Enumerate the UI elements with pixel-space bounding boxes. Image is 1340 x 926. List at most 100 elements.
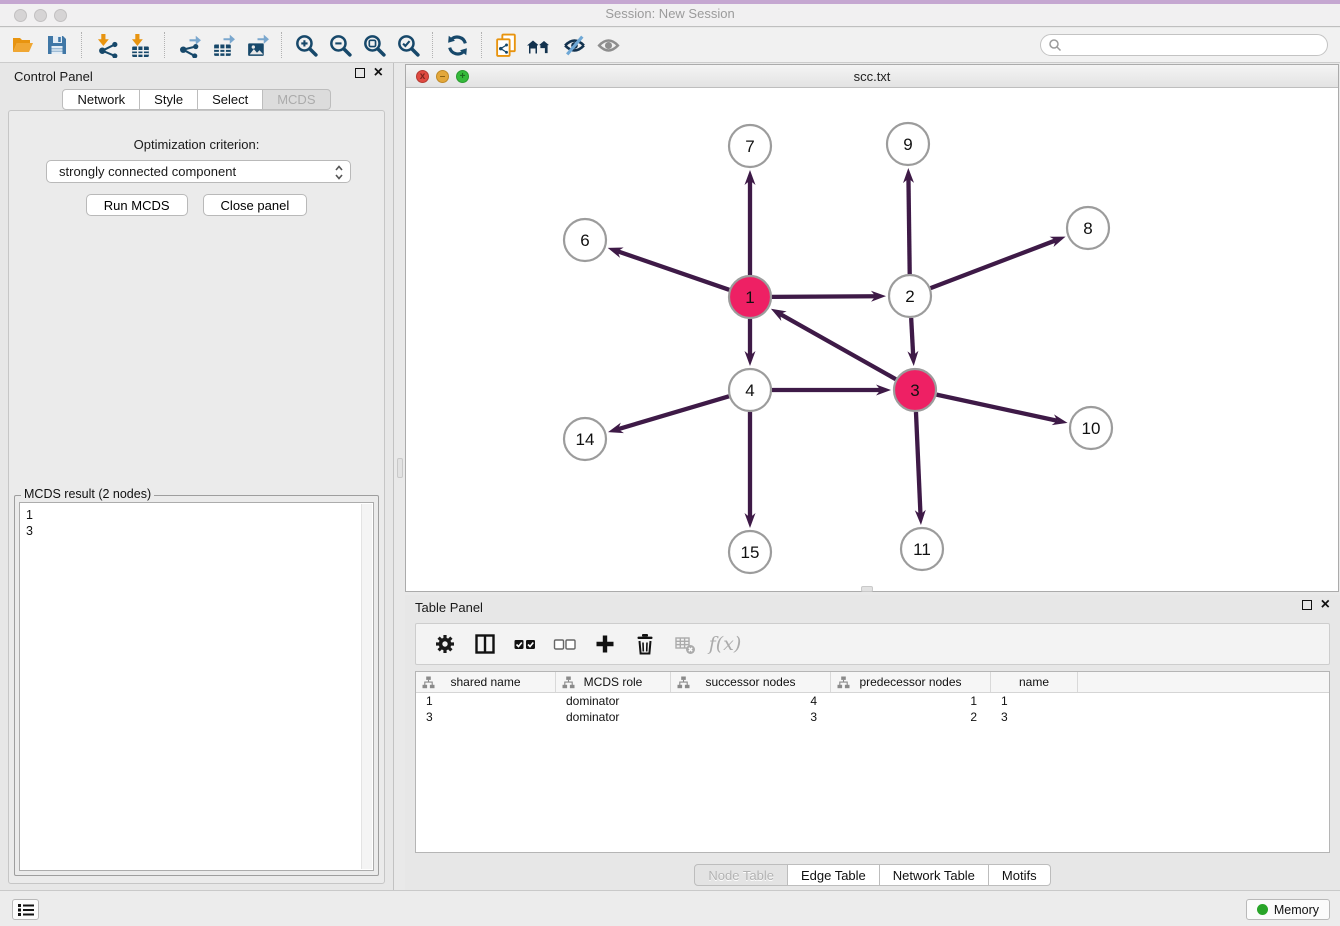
column-header-MCDS-role[interactable]: MCDS role — [556, 672, 671, 692]
create-column-plus-icon[interactable] — [592, 631, 618, 657]
zoom-selected-icon[interactable] — [391, 30, 425, 60]
mcds-result-area[interactable]: 1 3 — [19, 502, 374, 871]
search-field[interactable] — [1040, 34, 1328, 56]
apply-layout-icon[interactable] — [440, 30, 474, 60]
control-panel-title: Control Panel — [14, 69, 93, 84]
select-all-rows-icon[interactable] — [512, 631, 538, 657]
criterion-value: strongly connected component — [59, 164, 236, 179]
close-panel-icon[interactable]: × — [374, 68, 383, 78]
tab-edge-table[interactable]: Edge Table — [788, 864, 880, 886]
close-panel-button[interactable]: Close panel — [203, 194, 308, 216]
show-column-panel-icon[interactable] — [472, 631, 498, 657]
tab-network-table[interactable]: Network Table — [880, 864, 989, 886]
graph-edge-2-3[interactable] — [911, 318, 913, 356]
graph-node-label: 8 — [1083, 219, 1092, 238]
column-header-name[interactable]: name — [991, 672, 1078, 692]
save-session-icon[interactable] — [40, 30, 74, 60]
open-session-icon[interactable] — [6, 30, 40, 60]
window-accent-strip — [0, 0, 1340, 4]
graph-edge-1-6[interactable] — [618, 251, 730, 290]
table-panel-tabs: Node TableEdge TableNetwork TableMotifs — [405, 864, 1340, 886]
delete-table-icon[interactable] — [672, 631, 698, 657]
float-panel-icon[interactable] — [355, 68, 365, 78]
zoom-out-icon[interactable] — [323, 30, 357, 60]
close-table-panel-icon[interactable]: × — [1321, 600, 1330, 610]
table-panel-title: Table Panel — [415, 600, 483, 615]
column-header-successor-nodes[interactable]: successor nodes — [671, 672, 831, 692]
cell-predecessor-nodes[interactable]: 2 — [831, 709, 991, 725]
criterion-select[interactable]: strongly connected component — [46, 160, 351, 183]
horizontal-splitter-handle[interactable] — [861, 586, 873, 592]
new-session-from-network-icon[interactable] — [489, 30, 523, 60]
mcds-panel: Optimization criterion: strongly connect… — [8, 110, 385, 884]
table-settings-gear-icon[interactable] — [432, 631, 458, 657]
float-table-panel-icon[interactable] — [1302, 600, 1312, 610]
export-image-icon[interactable] — [240, 30, 274, 60]
import-network-icon[interactable] — [89, 30, 123, 60]
run-mcds-button[interactable]: Run MCDS — [86, 194, 188, 216]
node-table-body: 1dominator4113dominator323 — [416, 693, 1329, 725]
graph-edge-3-11[interactable] — [916, 412, 921, 515]
network-canvas[interactable]: 7968124314101511 — [406, 89, 1338, 592]
tab-motifs[interactable]: Motifs — [989, 864, 1051, 886]
memory-button[interactable]: Memory — [1246, 899, 1330, 920]
graph-edge-2-9[interactable] — [908, 178, 909, 274]
table-toolbar: f(x) — [415, 623, 1330, 665]
cell-successor-nodes[interactable]: 3 — [671, 709, 831, 725]
cell-MCDS-role[interactable]: dominator — [556, 693, 671, 709]
show-panels-menu-button[interactable] — [12, 899, 39, 920]
cell-successor-nodes[interactable]: 4 — [671, 693, 831, 709]
first-neighbors-icon[interactable] — [523, 30, 557, 60]
window-title: Session: New Session — [0, 6, 1340, 21]
vertical-splitter-handle[interactable] — [397, 458, 403, 478]
toolbar-separator — [481, 32, 482, 58]
tab-node-table[interactable]: Node Table — [694, 864, 788, 886]
column-header-shared-name[interactable]: shared name — [416, 672, 556, 692]
hide-selected-icon[interactable] — [557, 30, 591, 60]
zoom-fit-icon[interactable] — [357, 30, 391, 60]
cell-name[interactable]: 3 — [991, 709, 1078, 725]
table-row[interactable]: 3dominator323 — [416, 709, 1329, 725]
graph-edge-2-8[interactable] — [931, 240, 1056, 288]
memory-label: Memory — [1274, 903, 1319, 917]
table-panel: Table Panel × — [405, 595, 1340, 890]
search-input[interactable] — [1067, 36, 1327, 54]
main-toolbar — [0, 28, 1340, 63]
cell-MCDS-role[interactable]: dominator — [556, 709, 671, 725]
tab-network[interactable]: Network — [62, 89, 140, 110]
list-icon — [17, 902, 35, 918]
result-scrollbar[interactable] — [361, 504, 372, 869]
cell-name[interactable]: 1 — [991, 693, 1078, 709]
cell-shared-name[interactable]: 3 — [416, 709, 556, 725]
graph-edge-3-10[interactable] — [937, 395, 1058, 421]
export-table-icon[interactable] — [206, 30, 240, 60]
graph-node-label: 9 — [903, 135, 912, 154]
graph-edge-3-1[interactable] — [780, 314, 896, 379]
import-table-icon[interactable] — [123, 30, 157, 60]
column-header-predecessor-nodes[interactable]: predecessor nodes — [831, 672, 991, 692]
graph-edge-1-2[interactable] — [772, 296, 876, 297]
deselect-all-rows-icon[interactable] — [552, 631, 578, 657]
zoom-in-icon[interactable] — [289, 30, 323, 60]
delete-column-trash-icon[interactable] — [632, 631, 658, 657]
control-panel: Control Panel × NetworkStyleSelectMCDS O… — [0, 63, 394, 890]
graph-node-label: 6 — [580, 231, 589, 250]
graph-node-label: 1 — [745, 288, 754, 307]
graph-node-label: 14 — [576, 430, 595, 449]
window-titlebar: Session: New Session — [0, 0, 1340, 27]
toolbar-separator — [432, 32, 433, 58]
tab-mcds[interactable]: MCDS — [263, 89, 330, 110]
cell-shared-name[interactable]: 1 — [416, 693, 556, 709]
export-network-icon[interactable] — [172, 30, 206, 60]
tab-style[interactable]: Style — [140, 89, 198, 110]
tab-select[interactable]: Select — [198, 89, 263, 110]
graph-node-label: 15 — [741, 543, 760, 562]
cell-predecessor-nodes[interactable]: 1 — [831, 693, 991, 709]
show-graphics-details-icon[interactable] — [591, 30, 625, 60]
network-window-titlebar[interactable]: x – + scc.txt — [406, 65, 1338, 88]
table-row[interactable]: 1dominator411 — [416, 693, 1329, 709]
search-icon — [1048, 38, 1062, 52]
optimization-criterion-label: Optimization criterion: — [9, 137, 384, 152]
graph-edge-4-14[interactable] — [618, 396, 729, 429]
network-window-title: scc.txt — [406, 69, 1338, 84]
